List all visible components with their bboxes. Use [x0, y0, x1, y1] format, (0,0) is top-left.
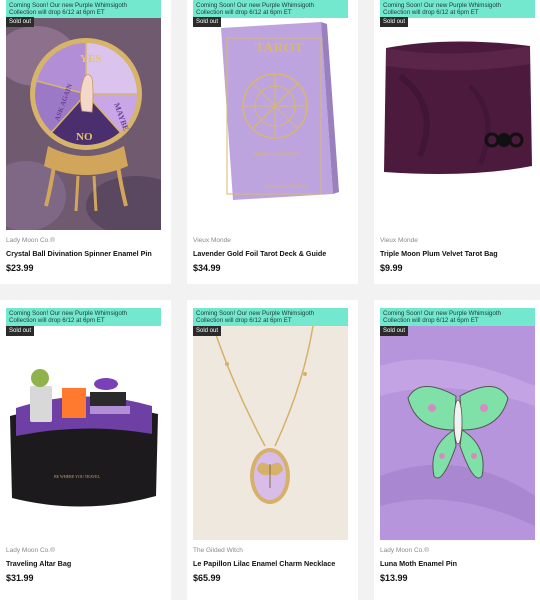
product-card[interactable]: Coming Soon! Our new Purple Whimsigoth C… — [0, 0, 171, 284]
altar-bag-icon: BE WHERE YOU TRAVEL — [6, 326, 161, 540]
product-price: $34.99 — [193, 263, 221, 273]
product-card[interactable]: Coming Soon! Our new Purple Whimsigoth C… — [187, 300, 358, 600]
product-image[interactable] — [380, 16, 535, 230]
product-price: $31.99 — [6, 573, 34, 583]
svg-text:YES: YES — [80, 53, 101, 65]
product-title[interactable]: Crystal Ball Divination Spinner Enamel P… — [6, 249, 152, 258]
product-price: $65.99 — [193, 573, 221, 583]
product-card[interactable]: Coming Soon! Our new Purple Whimsigoth C… — [0, 300, 171, 600]
product-price: $9.99 — [380, 263, 403, 273]
product-image[interactable]: TAROT WHEEL of FORTUNE Lavender Edition — [193, 16, 348, 230]
product-image[interactable]: YES MAYBE NO ASK AGAIN — [6, 16, 161, 230]
banner-line-1: Coming Soon! Our new Purple Whimsigoth — [9, 309, 127, 317]
product-card[interactable]: Coming Soon! Our new Purple Whimsigoth C… — [374, 300, 540, 600]
svg-text:NO: NO — [76, 131, 93, 143]
banner-line-1: Coming Soon! Our new Purple Whimsigoth — [383, 309, 501, 317]
banner-line-2: Collection will drop 6/12 at 6pm ET — [9, 9, 105, 16]
product-vendor: Vieux Monde — [380, 237, 418, 244]
coming-soon-banner: Coming Soon! Our new Purple Whimsigoth C… — [380, 308, 535, 326]
butterfly-necklace-icon — [193, 326, 348, 540]
product-card[interactable]: Coming Soon! Our new Purple Whimsigoth C… — [374, 0, 540, 284]
product-vendor: The Gilded Witch — [193, 547, 243, 554]
velvet-bag-icon — [380, 16, 535, 230]
product-title[interactable]: Le Papillon Lilac Enamel Charm Necklace — [193, 559, 335, 568]
sold-out-badge: Sold out — [193, 326, 222, 336]
product-vendor: Vieux Monde — [193, 237, 231, 244]
tarot-deck-box-icon: TAROT WHEEL of FORTUNE Lavender Edition — [193, 16, 348, 230]
product-title[interactable]: Luna Moth Enamel Pin — [380, 559, 457, 568]
luna-moth-pin-icon — [380, 326, 535, 540]
banner-line-2: Collection will drop 6/12 at 6pm ET — [196, 9, 292, 16]
product-vendor: Lady Moon Co.® — [380, 547, 429, 554]
banner-line-1: Coming Soon! Our new Purple Whimsigoth — [196, 309, 314, 317]
product-title[interactable]: Triple Moon Plum Velvet Tarot Bag — [380, 249, 498, 258]
coming-soon-banner: Coming Soon! Our new Purple Whimsigoth C… — [193, 308, 348, 326]
product-title[interactable]: Traveling Altar Bag — [6, 559, 71, 568]
svg-text:WHEEL of FORTUNE: WHEEL of FORTUNE — [253, 153, 300, 158]
svg-text:BE WHERE YOU TRAVEL: BE WHERE YOU TRAVEL — [54, 474, 101, 479]
banner-line-2: Collection will drop 6/12 at 6pm ET — [196, 317, 292, 324]
coming-soon-banner: Coming Soon! Our new Purple Whimsigoth C… — [193, 0, 348, 18]
banner-line-1: Coming Soon! Our new Purple Whimsigoth — [196, 1, 314, 9]
product-image[interactable]: BE WHERE YOU TRAVEL — [6, 326, 161, 540]
banner-line-1: Coming Soon! Our new Purple Whimsigoth — [383, 1, 501, 9]
sold-out-badge: Sold out — [380, 326, 409, 336]
banner-line-2: Collection will drop 6/12 at 6pm ET — [383, 317, 479, 324]
coming-soon-banner: Coming Soon! Our new Purple Whimsigoth C… — [6, 0, 161, 18]
product-image[interactable] — [380, 326, 535, 540]
crystal-ball-spinner-pin-icon: YES MAYBE NO ASK AGAIN — [6, 16, 161, 230]
banner-line-2: Collection will drop 6/12 at 6pm ET — [383, 9, 479, 16]
svg-text:TAROT: TAROT — [255, 41, 304, 56]
product-price: $23.99 — [6, 263, 34, 273]
svg-text:Lavender Edition: Lavender Edition — [264, 184, 307, 190]
sold-out-badge: Sold out — [6, 17, 35, 27]
product-grid: Coming Soon! Our new Purple Whimsigoth C… — [0, 0, 540, 600]
sold-out-badge: Sold out — [380, 17, 409, 27]
product-image[interactable] — [193, 326, 348, 540]
coming-soon-banner: Coming Soon! Our new Purple Whimsigoth C… — [380, 0, 535, 18]
product-title[interactable]: Lavender Gold Foil Tarot Deck & Guide — [193, 249, 326, 258]
product-vendor: Lady Moon Co.® — [6, 237, 55, 244]
product-vendor: Lady Moon Co.® — [6, 547, 55, 554]
coming-soon-banner: Coming Soon! Our new Purple Whimsigoth C… — [6, 308, 161, 326]
banner-line-2: Collection will drop 6/12 at 6pm ET — [9, 317, 105, 324]
sold-out-badge: Sold out — [6, 326, 35, 336]
product-price: $13.99 — [380, 573, 408, 583]
banner-line-1: Coming Soon! Our new Purple Whimsigoth — [9, 1, 127, 9]
sold-out-badge: Sold out — [193, 17, 222, 27]
product-card[interactable]: Coming Soon! Our new Purple Whimsigoth C… — [187, 0, 358, 284]
